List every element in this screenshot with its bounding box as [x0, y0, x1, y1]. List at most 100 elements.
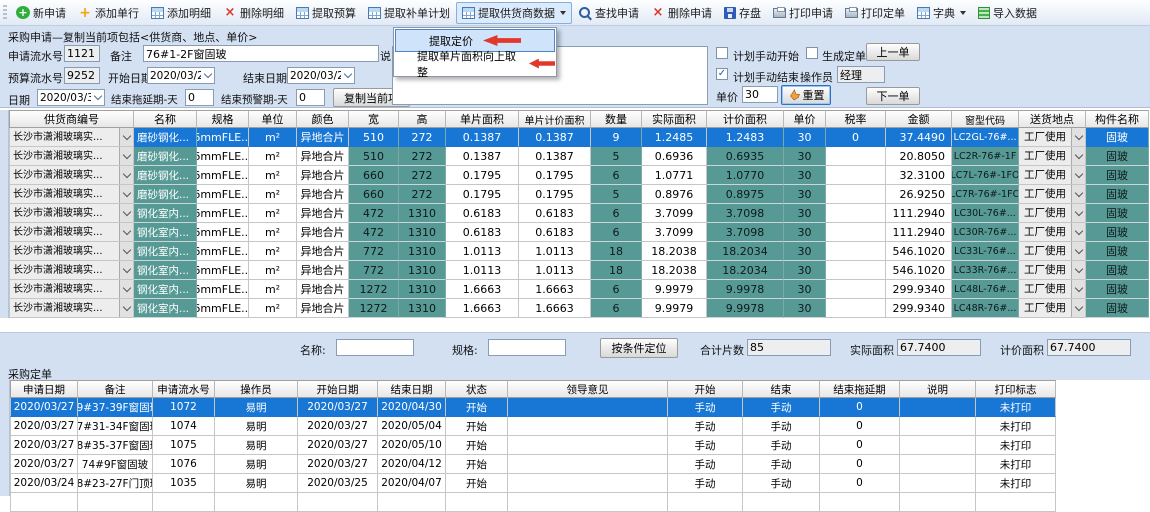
chevron-down-icon[interactable]: [119, 147, 133, 165]
toolbar-button-extract-supplier-data[interactable]: 提取供货商数据: [456, 2, 572, 24]
toolbar-button-import-data[interactable]: 导入数据: [972, 2, 1043, 24]
grid-cell[interactable]: 1.2483: [707, 128, 784, 147]
grid-cell[interactable]: 111.2940: [886, 204, 952, 223]
order-cell[interactable]: 88#35-37F窗固玻: [78, 436, 153, 455]
grid-cell[interactable]: 6mmFLE...: [197, 147, 249, 166]
order-cell[interactable]: 0: [820, 436, 900, 455]
toolbar-button-print-request[interactable]: 打印申请: [767, 2, 839, 24]
grid-cell[interactable]: LC33L-76#...: [952, 242, 1019, 261]
supplier-combo-cell[interactable]: 长沙市潇湘玻璃实...: [9, 280, 134, 299]
chevron-down-icon[interactable]: [119, 299, 133, 317]
order-cell[interactable]: 手动: [668, 436, 743, 455]
grid-cell[interactable]: 0.1795: [519, 185, 591, 204]
order-cell[interactable]: 易明: [215, 436, 298, 455]
delivery-combo-cell[interactable]: 工厂使用: [1019, 147, 1086, 166]
grid-cell[interactable]: LC2GL-76#...: [952, 128, 1019, 147]
grid-cell[interactable]: 3.7098: [707, 223, 784, 242]
order-cell[interactable]: 2020/03/27: [10, 398, 78, 417]
order-cell[interactable]: 2020/04/12: [378, 455, 446, 474]
chevron-down-icon[interactable]: [560, 11, 566, 15]
grid-cell[interactable]: 1.0113: [519, 261, 591, 280]
order-row[interactable]: 2020/03/2774#9F窗固玻1076易明2020/03/272020/0…: [10, 455, 1056, 474]
order-cell[interactable]: 手动: [668, 455, 743, 474]
grid-cell[interactable]: 6: [591, 223, 642, 242]
order-cell[interactable]: 未打印: [976, 455, 1056, 474]
unit-price-field[interactable]: [742, 86, 778, 103]
order-row[interactable]: 2020/03/2787#31-34F窗固玻1074易明2020/03/2720…: [10, 417, 1056, 436]
chevron-down-icon[interactable]: [960, 11, 966, 15]
grid-column-header[interactable]: 名称: [134, 110, 197, 128]
grid-cell[interactable]: 钢化室内...: [134, 261, 197, 280]
order-cell[interactable]: 2020/03/27: [298, 417, 378, 436]
orders-column-header[interactable]: 操作员: [215, 380, 298, 398]
grid-cell[interactable]: m²: [249, 185, 297, 204]
chevron-down-icon[interactable]: [119, 128, 133, 146]
grid-column-header[interactable]: 数量: [591, 110, 642, 128]
grid-cell[interactable]: m²: [249, 242, 297, 261]
grid-cell[interactable]: 1272: [349, 280, 399, 299]
order-cell[interactable]: [508, 417, 668, 436]
order-cell[interactable]: 88#23-27F门顶玻: [78, 474, 153, 493]
grid-cell[interactable]: 272: [399, 128, 446, 147]
order-cell[interactable]: 手动: [668, 474, 743, 493]
toolbar-button-add-row[interactable]: +添加单行: [72, 2, 145, 24]
grid-row[interactable]: 长沙市潇湘玻璃实...磨砂钢化...6mmFLE...m²异地合片5102720…: [9, 147, 1149, 166]
grid-row[interactable]: 长沙市潇湘玻璃实...磨砂钢化...6mmFLE...m²异地合片6602720…: [9, 166, 1149, 185]
grid-cell[interactable]: m²: [249, 128, 297, 147]
grid-cell[interactable]: 30: [784, 299, 826, 318]
menu-item[interactable]: 提取单片面积向上取整: [395, 52, 555, 75]
budget-no-field[interactable]: [64, 67, 100, 84]
grid-cell[interactable]: 1.0113: [519, 242, 591, 261]
order-cell[interactable]: 2020/03/24: [10, 474, 78, 493]
grid-cell[interactable]: 30: [784, 204, 826, 223]
grid-cell[interactable]: 18: [591, 242, 642, 261]
grid-cell[interactable]: 6mmFLE...: [197, 128, 249, 147]
supplier-combo-cell[interactable]: 长沙市潇湘玻璃实...: [9, 261, 134, 280]
order-cell[interactable]: 2020/03/27: [10, 417, 78, 436]
grid-cell[interactable]: 1.6663: [519, 280, 591, 299]
orders-column-header[interactable]: 领导意见: [508, 380, 668, 398]
grid-cell[interactable]: 异地合片: [297, 223, 349, 242]
grid-cell[interactable]: 0.8975: [707, 185, 784, 204]
grid-cell[interactable]: 6mmFLE...: [197, 242, 249, 261]
toolbar-button-save[interactable]: 存盘: [718, 2, 767, 24]
supplier-combo-cell[interactable]: 长沙市潇湘玻璃实...: [9, 128, 134, 147]
grid-column-header[interactable]: 送货地点: [1019, 110, 1086, 128]
grid-cell[interactable]: 钢化室内...: [134, 299, 197, 318]
order-cell[interactable]: 0: [820, 417, 900, 436]
toolbar-button-delete-request[interactable]: ×删除申请: [645, 2, 718, 24]
grid-cell[interactable]: 5: [591, 185, 642, 204]
grid-cell[interactable]: 0.8976: [642, 185, 707, 204]
grid-cell[interactable]: 546.1020: [886, 261, 952, 280]
order-cell[interactable]: [900, 436, 976, 455]
grid-cell[interactable]: LC48R-76#...: [952, 299, 1019, 318]
chevron-down-icon[interactable]: [1071, 261, 1085, 279]
grid-column-header[interactable]: 单位: [249, 110, 297, 128]
delivery-combo-cell[interactable]: 工厂使用: [1019, 185, 1086, 204]
order-cell[interactable]: [900, 398, 976, 417]
grid-cell[interactable]: 1.6663: [446, 299, 519, 318]
order-cell[interactable]: 2020/05/04: [378, 417, 446, 436]
toolbar-button-print-order[interactable]: 打印定单: [839, 2, 911, 24]
grid-cell[interactable]: 1310: [399, 204, 446, 223]
grid-cell[interactable]: [826, 280, 886, 299]
order-cell[interactable]: 2020/03/25: [298, 474, 378, 493]
grid-cell[interactable]: 272: [399, 147, 446, 166]
grid-cell[interactable]: 472: [349, 223, 399, 242]
order-cell[interactable]: 手动: [743, 455, 820, 474]
grid-cell[interactable]: 钢化室内...: [134, 223, 197, 242]
chevron-down-icon[interactable]: [1071, 166, 1085, 184]
grid-cell[interactable]: 30: [784, 261, 826, 280]
prev-order-button[interactable]: 上一单: [866, 43, 920, 61]
grid-cell[interactable]: m²: [249, 147, 297, 166]
delivery-combo-cell[interactable]: 工厂使用: [1019, 223, 1086, 242]
chevron-down-icon[interactable]: [1071, 204, 1085, 222]
chevron-down-icon[interactable]: [119, 204, 133, 222]
grid-cell[interactable]: 272: [399, 166, 446, 185]
delivery-combo-cell[interactable]: 工厂使用: [1019, 128, 1086, 147]
grid-cell[interactable]: 30: [784, 147, 826, 166]
order-cell[interactable]: [508, 436, 668, 455]
grid-cell[interactable]: LC7L-76#-1FO: [952, 166, 1019, 185]
grid-cell[interactable]: 9.9979: [642, 280, 707, 299]
grid-cell[interactable]: 异地合片: [297, 185, 349, 204]
